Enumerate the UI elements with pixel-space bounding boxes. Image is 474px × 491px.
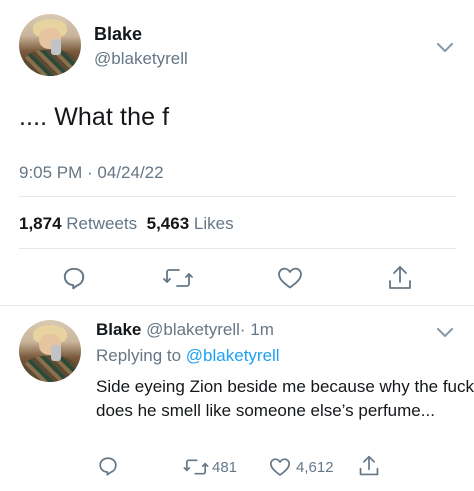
- reply-author-name[interactable]: Blake: [96, 320, 141, 339]
- reply-author-handle[interactable]: @blaketyrell: [146, 320, 240, 339]
- chevron-down-icon[interactable]: [437, 40, 453, 58]
- reply-icon[interactable]: [61, 265, 87, 291]
- like-count[interactable]: 4,612: [296, 459, 334, 476]
- author-handle[interactable]: @blaketyrell: [94, 49, 188, 69]
- author-name[interactable]: Blake: [94, 24, 142, 45]
- reply-icon[interactable]: [97, 455, 119, 477]
- reply-text: Side eyeing Zion beside me because why t…: [96, 377, 474, 420]
- retweets-count[interactable]: 1,874: [19, 214, 62, 233]
- likes-label[interactable]: Likes: [194, 214, 234, 233]
- reply-author-avatar[interactable]: [19, 320, 81, 382]
- replying-to: Replying to @blaketyrell: [96, 346, 280, 366]
- like-icon[interactable]: [269, 457, 291, 477]
- share-icon[interactable]: [387, 264, 413, 292]
- tweet-text: .... What the f: [19, 103, 170, 131]
- likes-count[interactable]: 5,463: [147, 214, 190, 233]
- section-divider: [0, 305, 474, 306]
- reply-header: Blake @blaketyrell· 1m: [96, 320, 274, 340]
- divider: [19, 248, 456, 249]
- retweet-icon[interactable]: [183, 457, 209, 477]
- retweet-count[interactable]: 481: [212, 459, 237, 476]
- divider: [19, 196, 456, 197]
- retweet-icon[interactable]: [163, 266, 193, 290]
- tweet-timestamp[interactable]: 9:05 PM · 04/24/22: [19, 163, 164, 183]
- reply-time[interactable]: · 1m: [240, 320, 274, 339]
- replying-prefix: Replying to: [96, 346, 182, 365]
- share-icon[interactable]: [358, 454, 380, 478]
- author-avatar[interactable]: [19, 14, 81, 76]
- like-icon[interactable]: [277, 266, 303, 290]
- tweet-stats: 1,874 Retweets 5,463 Likes: [19, 214, 234, 234]
- chevron-down-icon[interactable]: [437, 325, 453, 343]
- retweets-label[interactable]: Retweets: [66, 214, 137, 233]
- replying-mention[interactable]: @blaketyrell: [186, 346, 280, 365]
